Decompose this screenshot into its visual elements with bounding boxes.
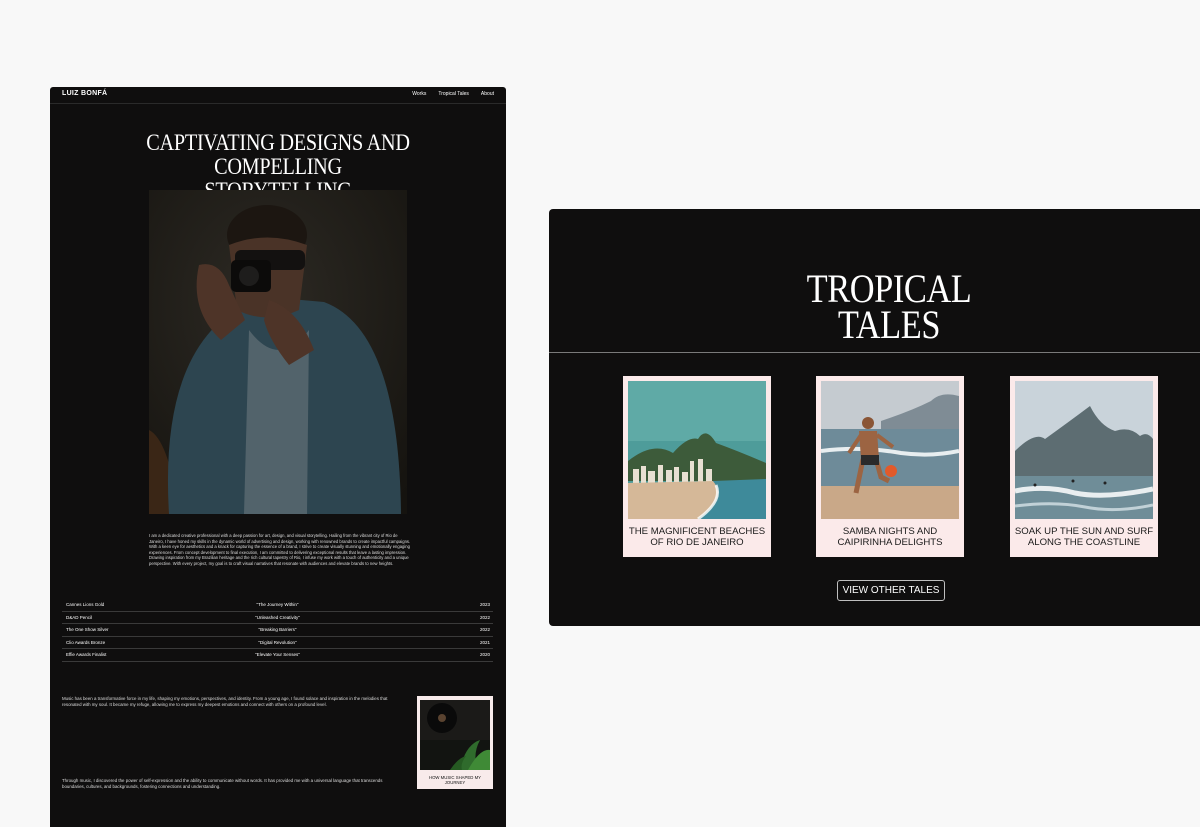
view-other-tales-button[interactable]: VIEW OTHER TALES — [837, 580, 945, 601]
music-card[interactable]: HOW MUSIC SHAPED MY JOURNEY — [417, 696, 493, 789]
tale-card-caption: SAMBA NIGHTS AND CAIPIRINHA DELIGHTS — [837, 526, 943, 549]
award-project: "Digital Revolution" — [258, 639, 297, 645]
nav-link-about[interactable]: About — [481, 91, 494, 97]
music-paragraph-1: Music has been a transformative force in… — [62, 696, 388, 707]
nav-links: Works Tropical Tales About — [412, 91, 494, 97]
portfolio-window: LUIZ BONFÁ Works Tropical Tales About CA… — [50, 87, 506, 827]
portrait-photo — [149, 190, 407, 514]
award-year: 2020 — [479, 652, 490, 657]
award-year: 2023 — [479, 602, 490, 607]
tale-card-beaches[interactable]: THE MAGNIFICENT BEACHES OF RIO DE JANEIR… — [623, 376, 771, 557]
tale-card-caption: SOAK UP THE SUN AND SURF ALONG THE COAST… — [1014, 526, 1154, 549]
table-row: Effie Awards Finalist "Elevate Your Sens… — [62, 649, 493, 662]
surf-mountains-photo — [1015, 381, 1153, 519]
record-player-photo — [420, 700, 490, 770]
awards-table: Cannes Lions Gold "The Journey Within" 2… — [62, 599, 493, 662]
award-project: "The Journey Within" — [256, 602, 299, 607]
tale-card-surf[interactable]: SOAK UP THE SUN AND SURF ALONG THE COAST… — [1010, 376, 1158, 557]
award-year: 2022 — [479, 627, 490, 632]
music-paragraph-2: Through music, I discovered the power of… — [62, 778, 383, 789]
hero-title-line-1: CAPTIVATING DESIGNS AND — [146, 130, 410, 155]
table-row: D&AD Pencil "Unleashed Creativity" 2022 — [62, 612, 493, 624]
award-project: "Breaking Barriers" — [258, 627, 297, 632]
award-year: 2021 — [479, 639, 490, 645]
beach-city-photo — [628, 381, 766, 519]
divider — [549, 352, 1200, 353]
section-title-line-2: TALES — [837, 302, 941, 347]
table-row: The One Show Silver "Breaking Barriers" … — [62, 624, 493, 637]
nav-link-works[interactable]: Works — [412, 91, 426, 97]
award-project: "Unleashed Creativity" — [255, 614, 300, 620]
award-project: "Elevate Your Senses" — [255, 652, 300, 657]
tropical-tales-window: TROPICAL TALES THE MAGNIFICENT BEACHES O… — [549, 209, 1200, 626]
brand-logo[interactable]: LUIZ BONFÁ — [62, 90, 107, 97]
nav-link-tropical-tales[interactable]: Tropical Tales — [438, 91, 469, 97]
table-row: Clio Awards Bronze "Digital Revolution" … — [62, 637, 493, 649]
tale-card-samba[interactable]: SAMBA NIGHTS AND CAIPIRINHA DELIGHTS — [816, 376, 964, 557]
beach-football-photo — [821, 381, 959, 519]
tale-card-caption: THE MAGNIFICENT BEACHES OF RIO DE JANEIR… — [628, 526, 766, 549]
bio-text: I am a dedicated creative professional w… — [149, 533, 411, 566]
award-year: 2022 — [479, 614, 490, 620]
table-row: Cannes Lions Gold "The Journey Within" 2… — [62, 599, 493, 612]
top-nav: LUIZ BONFÁ Works Tropical Tales About — [50, 87, 506, 104]
music-card-caption: HOW MUSIC SHAPED MY JOURNEY — [428, 775, 482, 786]
section-title: TROPICAL TALES — [597, 269, 1182, 347]
